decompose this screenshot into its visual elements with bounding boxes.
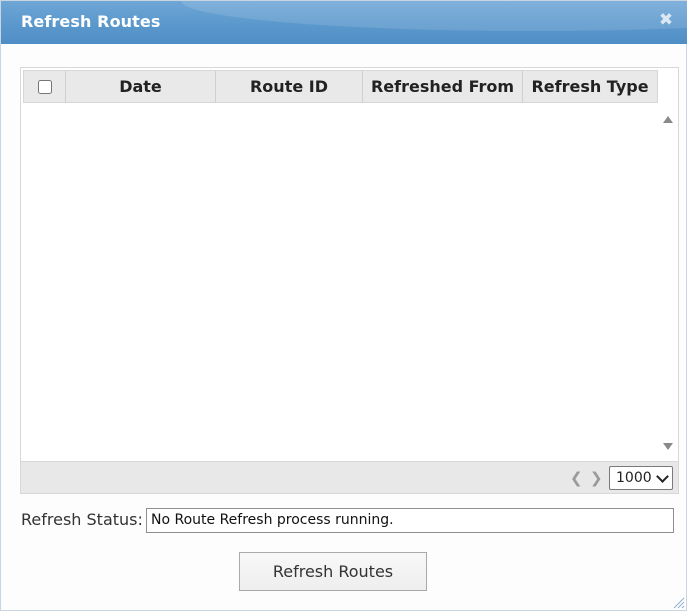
chevron-right-icon[interactable]: ❯ [590, 469, 603, 487]
page-size-select[interactable]: 1000 [609, 466, 673, 490]
grid-body [23, 104, 659, 460]
column-header-refreshed-from[interactable]: Refreshed From [363, 71, 523, 102]
dialog-title: Refresh Routes [21, 12, 161, 31]
refresh-status-field: No Route Refresh process running. [146, 508, 674, 533]
refresh-routes-button[interactable]: Refresh Routes [239, 552, 427, 591]
select-all-cell [24, 71, 66, 102]
grid-footer: ❮ ❯ 1000 [21, 461, 678, 493]
scroll-up-icon[interactable] [663, 116, 673, 123]
chevron-left-icon[interactable]: ❮ [570, 469, 583, 487]
dialog-titlebar[interactable]: Refresh Routes ✖ [1, 1, 687, 44]
column-header-refresh-type[interactable]: Refresh Type [523, 71, 657, 102]
scroll-down-icon[interactable] [663, 443, 673, 450]
routes-grid: Date Route ID Refreshed From Refresh Typ… [20, 67, 679, 494]
page-size-value: 1000 [616, 470, 652, 486]
grid-header: Date Route ID Refreshed From Refresh Typ… [23, 70, 658, 103]
refresh-routes-dialog: Refresh Routes ✖ Date Route ID Refreshed… [0, 0, 687, 611]
refresh-status-label: Refresh Status: [21, 510, 143, 529]
column-header-route-id[interactable]: Route ID [216, 71, 363, 102]
column-header-date[interactable]: Date [66, 71, 216, 102]
select-all-checkbox[interactable] [37, 79, 52, 94]
resize-grip-icon[interactable] [671, 595, 685, 609]
close-icon[interactable]: ✖ [657, 11, 675, 29]
vertical-scrollbar[interactable] [660, 104, 677, 460]
chevron-down-icon [656, 470, 669, 483]
